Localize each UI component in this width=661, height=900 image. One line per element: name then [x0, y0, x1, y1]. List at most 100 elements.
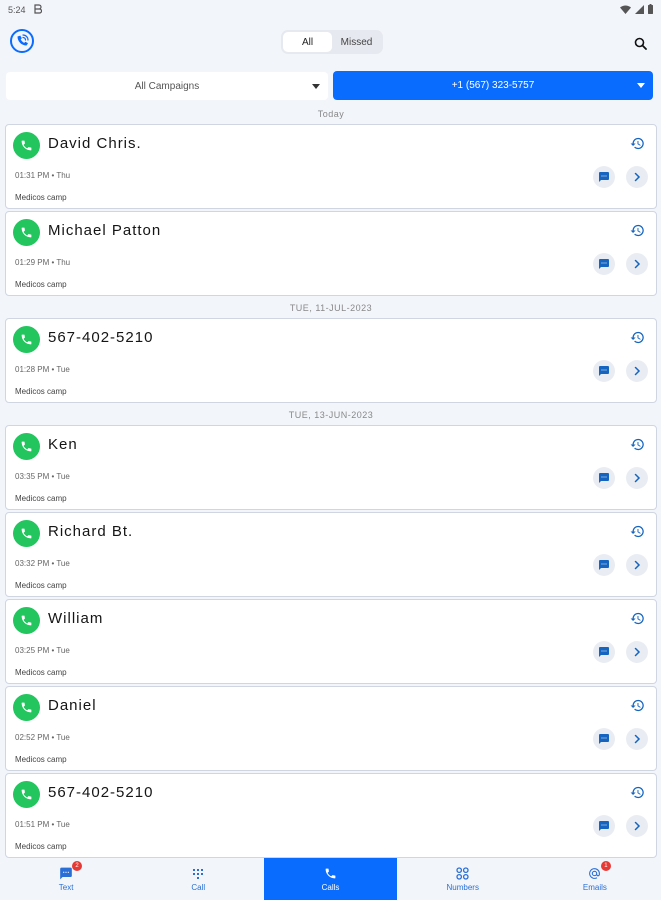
contact-name: 567-402-5210: [48, 329, 154, 346]
message-icon[interactable]: [593, 728, 615, 750]
call-card[interactable]: Michael Patton 01:29 PM • Thu Medicos camp: [5, 211, 657, 296]
call-time: 01:28 PM • Tue: [15, 365, 70, 374]
tab-missed[interactable]: Missed: [332, 32, 381, 52]
nav-label: Call: [191, 882, 206, 892]
nav-label: Emails: [582, 882, 607, 892]
history-icon[interactable]: [628, 696, 646, 714]
notification-badge: 1: [600, 861, 611, 871]
call-campaign: Medicos camp: [15, 193, 67, 202]
call-campaign: Medicos camp: [15, 668, 67, 677]
phone-logo-icon[interactable]: [9, 28, 35, 54]
nav-label: Text: [58, 882, 74, 892]
chevron-right-icon[interactable]: [626, 253, 648, 275]
call-time: 01:31 PM • Thu: [15, 171, 71, 180]
history-icon[interactable]: [628, 134, 646, 152]
chevron-down-icon: [312, 84, 320, 89]
contact-name: Michael Patton: [48, 222, 162, 239]
nav-item-emails[interactable]: Emails 1: [529, 858, 661, 900]
call-time: 02:52 PM • Tue: [15, 733, 70, 742]
history-icon[interactable]: [628, 783, 646, 801]
call-campaign: Medicos camp: [15, 755, 67, 764]
message-icon[interactable]: [593, 554, 615, 576]
at-icon: [588, 867, 602, 881]
phone-icon: [13, 607, 40, 634]
message-icon[interactable]: [593, 467, 615, 489]
call-card[interactable]: 567-402-5210 01:28 PM • Tue Medicos camp: [5, 318, 657, 403]
phone-icon: [13, 132, 40, 159]
nav-item-text[interactable]: Text 2: [0, 858, 132, 900]
search-icon[interactable]: [629, 32, 651, 54]
status-bar: 5:24: [0, 0, 661, 20]
history-icon[interactable]: [628, 609, 646, 627]
message-icon[interactable]: [593, 253, 615, 275]
contact-name: Ken: [48, 436, 78, 453]
phone-icon: [13, 781, 40, 808]
call-campaign: Medicos camp: [15, 280, 67, 289]
chevron-right-icon[interactable]: [626, 641, 648, 663]
date-header: Today: [317, 109, 345, 119]
call-campaign: Medicos camp: [15, 494, 67, 503]
phone-icon: [13, 326, 40, 353]
history-icon[interactable]: [628, 522, 646, 540]
campaign-select[interactable]: All Campaigns: [6, 72, 328, 100]
message-icon[interactable]: [593, 641, 615, 663]
phone-icon: [13, 520, 40, 547]
phone-icon: [13, 694, 40, 721]
history-icon[interactable]: [628, 221, 646, 239]
nav-item-call[interactable]: Call: [132, 858, 264, 900]
call-card[interactable]: William 03:25 PM • Tue Medicos camp: [5, 599, 657, 684]
call-time: 03:25 PM • Tue: [15, 646, 70, 655]
phone-icon: [13, 219, 40, 246]
signal-icon: [635, 4, 644, 16]
call-card[interactable]: David Chris. 01:31 PM • Thu Medicos camp: [5, 124, 657, 209]
call-campaign: Medicos camp: [15, 387, 67, 396]
call-card[interactable]: Ken 03:35 PM • Tue Medicos camp: [5, 425, 657, 510]
phone-icon: [13, 433, 40, 460]
chevron-right-icon[interactable]: [626, 360, 648, 382]
contact-name: Richard Bt.: [48, 523, 134, 540]
contact-name: William: [48, 610, 104, 627]
phone-icon: [324, 867, 338, 881]
call-time: 01:51 PM • Tue: [15, 820, 70, 829]
date-header: TUE, 11-JUL-2023: [289, 303, 373, 313]
contact-name: David Chris.: [48, 135, 142, 152]
grid-icon: [456, 867, 470, 881]
nav-label: Calls: [321, 882, 340, 892]
history-icon[interactable]: [628, 328, 646, 346]
call-list[interactable]: Today David Chris. 01:31 PM • Thu Medicos c…: [5, 104, 657, 858]
nav-label: Numbers: [446, 882, 479, 892]
message-icon[interactable]: [593, 360, 615, 382]
call-card[interactable]: Richard Bt. 03:32 PM • Tue Medicos camp: [5, 512, 657, 597]
call-card[interactable]: 567-402-5210 01:51 PM • Tue Medicos camp: [5, 773, 657, 858]
call-time: 01:29 PM • Thu: [15, 258, 71, 267]
wifi-icon: [620, 5, 631, 16]
chevron-down-icon: [637, 83, 645, 88]
message-icon: [59, 867, 73, 881]
nav-item-calls[interactable]: Calls: [264, 858, 397, 900]
history-icon[interactable]: [628, 435, 646, 453]
chevron-right-icon[interactable]: [626, 467, 648, 489]
tab-all[interactable]: All: [283, 32, 332, 52]
dialpad-icon: [191, 867, 205, 881]
notification-badge: 2: [72, 861, 83, 871]
call-time: 03:35 PM • Tue: [15, 472, 70, 481]
number-select-value: +1 (567) 323-5757: [451, 80, 535, 91]
message-icon[interactable]: [593, 166, 615, 188]
chevron-right-icon[interactable]: [626, 728, 648, 750]
chevron-right-icon[interactable]: [626, 554, 648, 576]
b-icon: [33, 4, 42, 16]
call-campaign: Medicos camp: [15, 842, 67, 851]
call-filter-toggle: All Missed: [281, 30, 383, 54]
number-select[interactable]: +1 (567) 323-5757: [333, 71, 653, 100]
nav-item-numbers[interactable]: Numbers: [397, 858, 529, 900]
chevron-right-icon[interactable]: [626, 815, 648, 837]
contact-name: Daniel: [48, 697, 97, 714]
date-header: TUE, 13-JUN-2023: [288, 410, 374, 420]
message-icon[interactable]: [593, 815, 615, 837]
chevron-right-icon[interactable]: [626, 166, 648, 188]
call-campaign: Medicos camp: [15, 581, 67, 590]
bottom-nav: Text 2 Call Calls Numbers Emails 1: [0, 858, 661, 900]
status-time: 5:24: [8, 5, 26, 15]
contact-name: 567-402-5210: [48, 784, 154, 801]
call-card[interactable]: Daniel 02:52 PM • Tue Medicos camp: [5, 686, 657, 771]
